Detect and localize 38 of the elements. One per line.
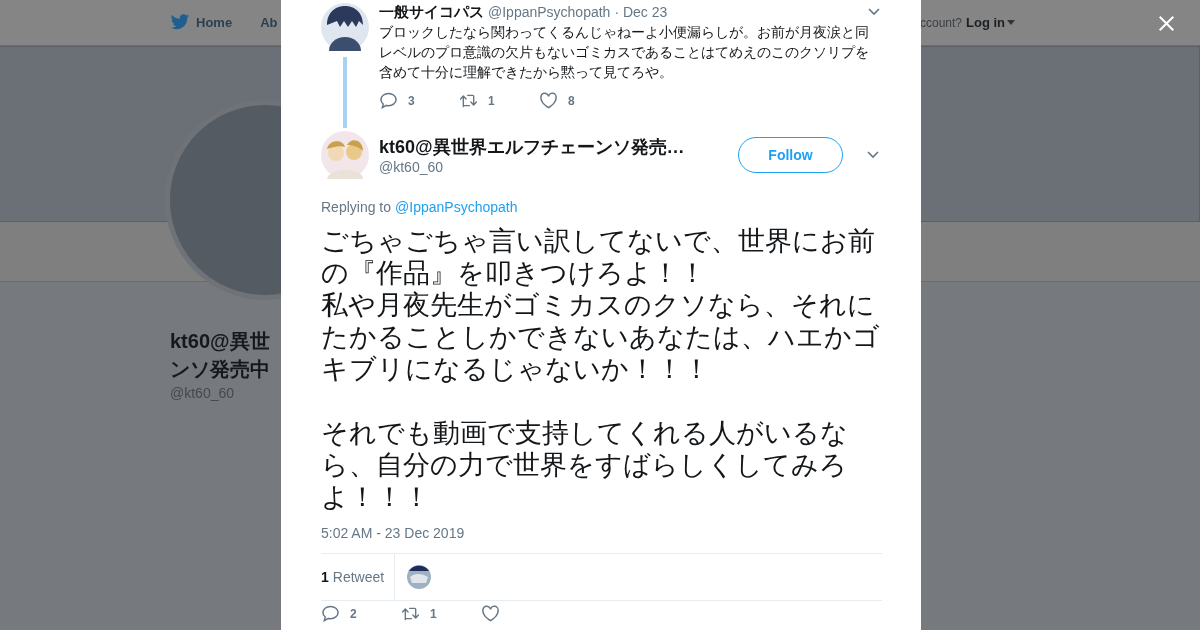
author-name[interactable]: 一般サイコパス xyxy=(379,2,484,22)
action-count: 3 xyxy=(408,93,415,108)
action-count: 1 xyxy=(488,93,495,108)
tweet-text: ブロックしたなら関わってくるんじゃねーよ小便漏らしが。お前が月夜涙と同レベルのプロ意識の欠片もないゴミカスであることはてめえのこのクソリプを含めて十分に理解できたから黙って見てろや。 xyxy=(379,23,870,82)
author-handle: @kt60_60 xyxy=(379,158,445,175)
avatar[interactable] xyxy=(407,565,432,589)
author-handle: @IppanPsychopath xyxy=(488,4,611,20)
tweet-text: それでも動画で支持してくれる人がいるなら、自分の力で世界をすばらしくしてみろよ！！！ xyxy=(321,417,849,513)
tweet-text: ごちゃごちゃ言い訳してないで、世界にお前の『作品』を叩きつけろよ！！ xyxy=(321,225,876,289)
action-count: 8 xyxy=(568,93,575,108)
retweet-icon[interactable] xyxy=(459,92,478,109)
account-prompt: ccount? xyxy=(919,15,962,30)
mention-link[interactable]: @IppanPsychopath xyxy=(395,199,518,215)
profile-name: ンソ発売中 xyxy=(170,357,270,382)
author-name[interactable]: kt60@異世界エルフチェーンソ発売… xyxy=(379,135,728,158)
avatar xyxy=(321,131,369,179)
retweet-stat[interactable]: 1 Retweet xyxy=(321,554,396,600)
caret-icon[interactable] xyxy=(1007,20,1015,25)
action-count: 1 xyxy=(430,606,437,621)
tweet-text: 私や月夜先生がゴミカスのクソなら、それにたかることしかできないあなたは、ハエかゴキブリになるじゃないか！！！ xyxy=(321,289,881,385)
heart-icon[interactable] xyxy=(539,92,558,109)
follow-button[interactable]: Follow xyxy=(738,137,843,173)
avatar xyxy=(321,3,369,51)
nav-link[interactable]: Home xyxy=(196,15,233,30)
tweet-timestamp: 5:02 AM - 23 Dec 2019 xyxy=(321,525,882,554)
chevron-icon[interactable] xyxy=(868,8,880,16)
profile-name: kt60@異世 xyxy=(170,329,270,354)
close-icon[interactable] xyxy=(1158,15,1175,32)
replying-label: Replying to xyxy=(321,199,392,215)
reply-icon[interactable] xyxy=(321,605,340,622)
reply-icon[interactable] xyxy=(379,92,398,109)
retweet-icon[interactable] xyxy=(401,605,420,622)
login-menu[interactable]: Log in xyxy=(966,15,1015,30)
chevron-icon[interactable] xyxy=(867,151,879,159)
tweet-date[interactable]: · Dec 23 xyxy=(614,4,668,20)
nav-link[interactable]: Ab xyxy=(260,15,278,30)
action-count: 2 xyxy=(350,606,357,621)
heart-icon[interactable] xyxy=(481,605,500,622)
